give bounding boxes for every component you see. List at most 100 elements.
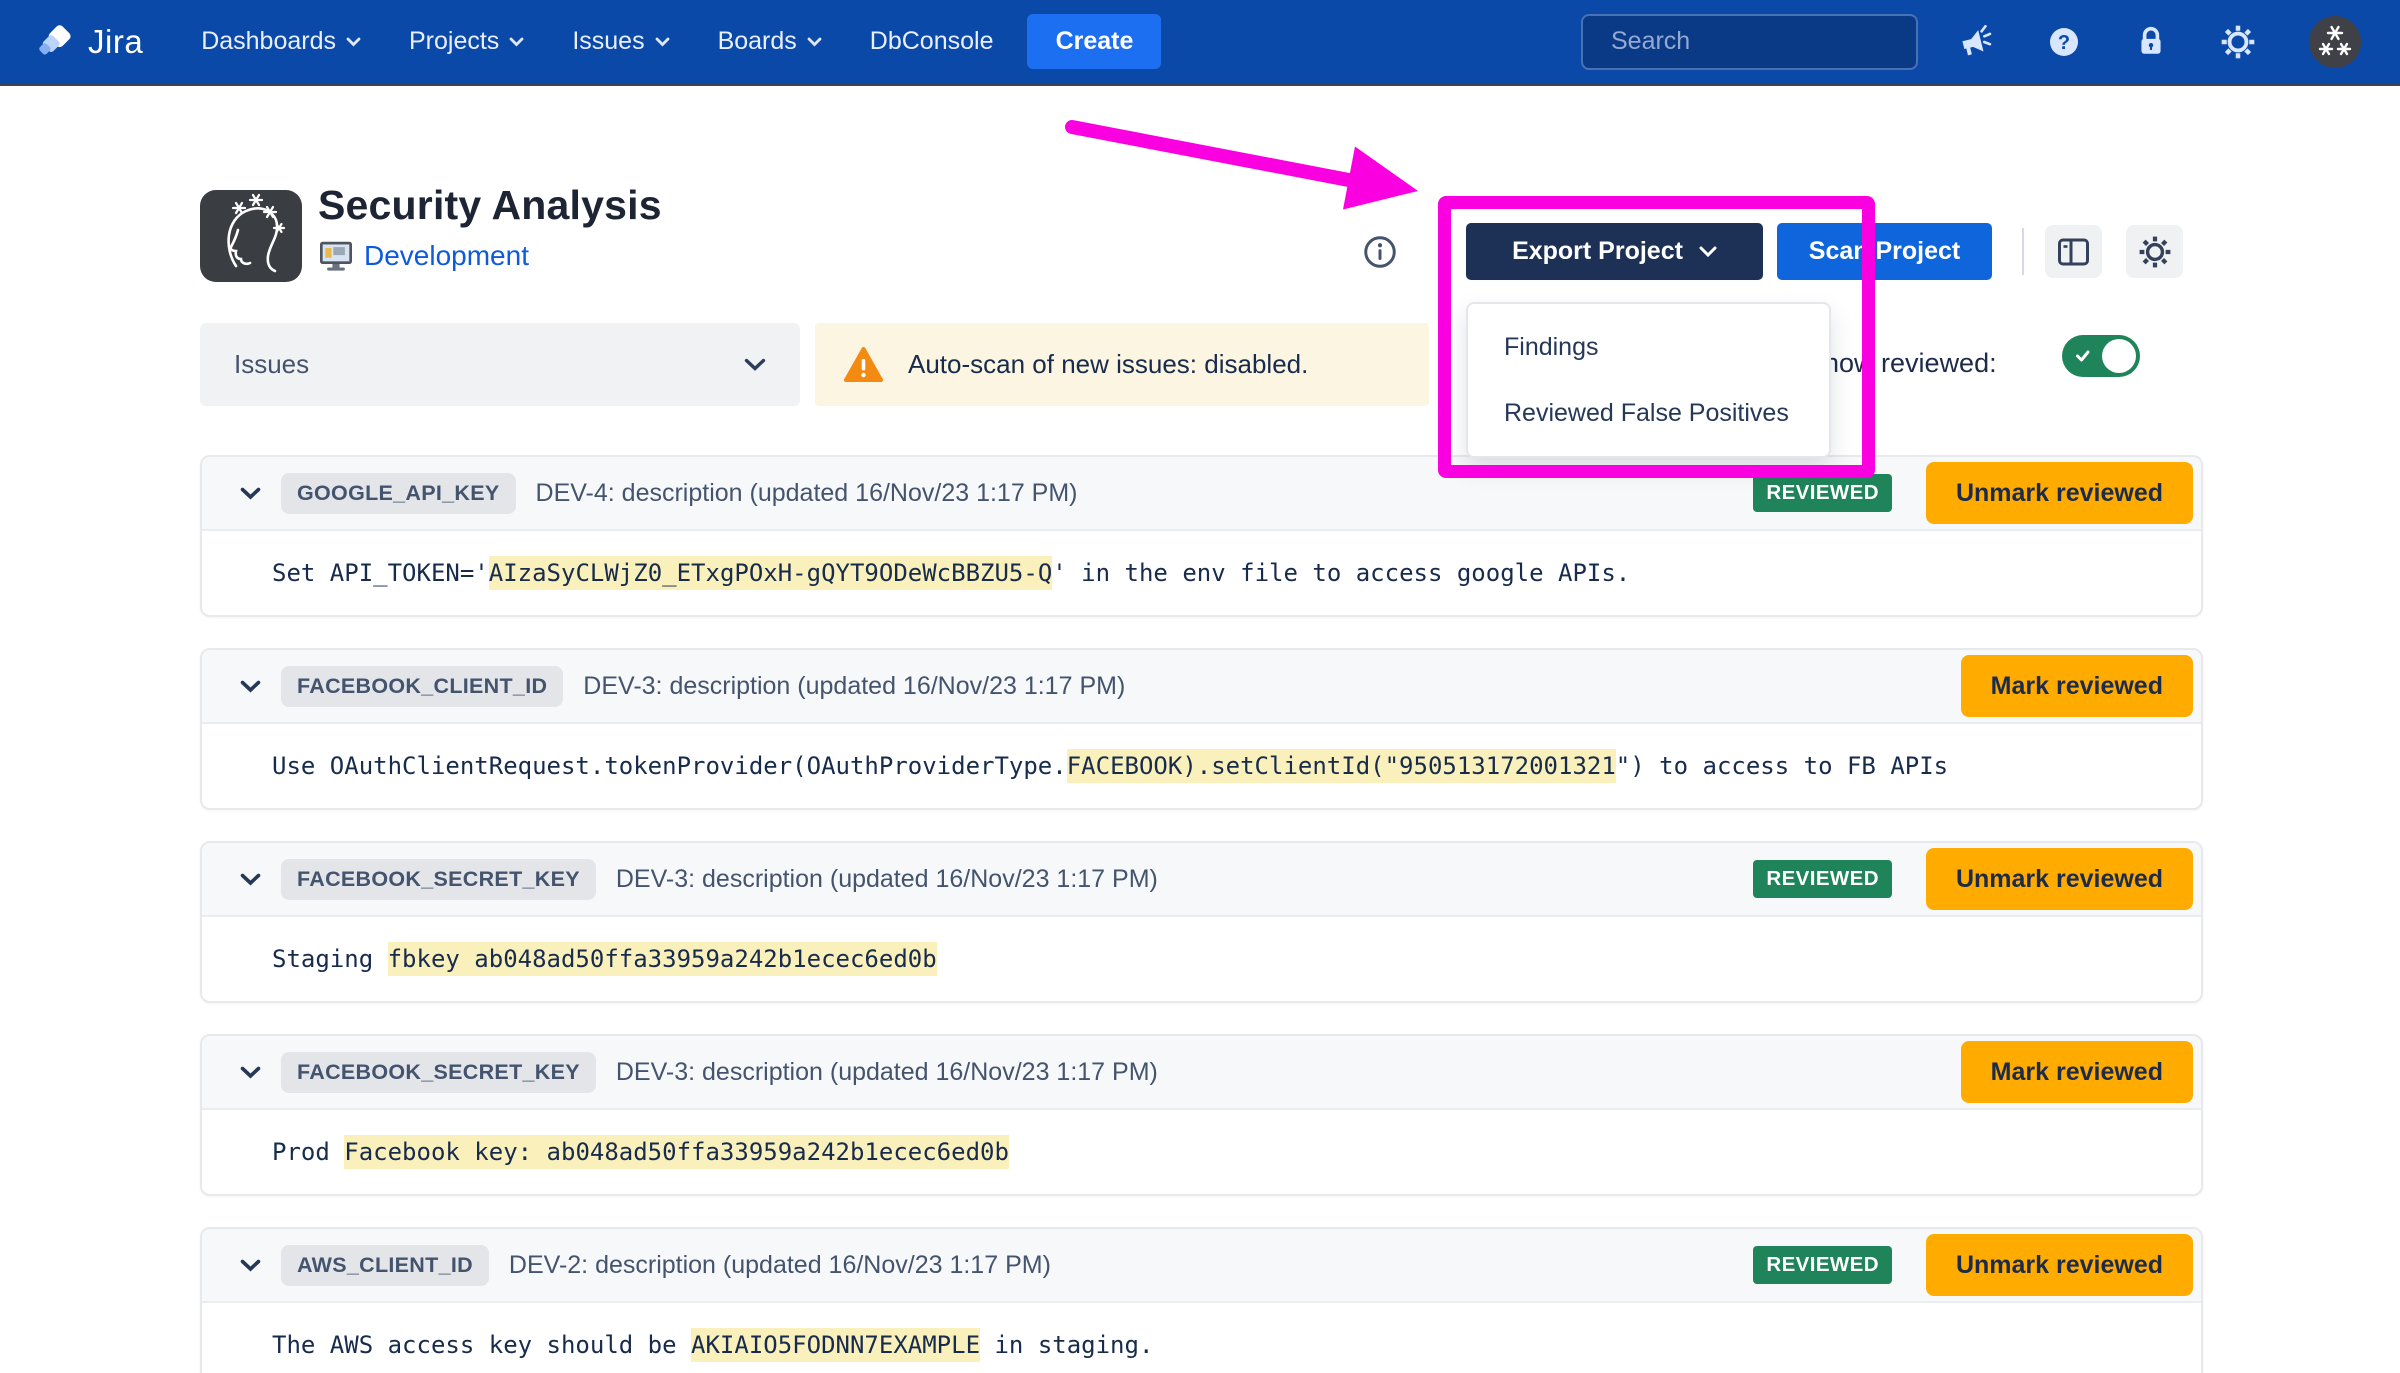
reviewed-status-badge: REVIEWED bbox=[1753, 1246, 1892, 1284]
export-project-button[interactable]: Export Project bbox=[1466, 223, 1763, 280]
chevron-down-icon bbox=[744, 358, 766, 371]
finding-header: FACEBOOK_SECRET_KEY DEV-3: description (u… bbox=[202, 843, 2201, 917]
chevron-down-icon bbox=[655, 37, 669, 46]
code-text: Set API_TOKEN=' bbox=[272, 559, 489, 587]
code-text: Use OAuthClientRequest.tokenProvider(OAu… bbox=[272, 752, 1067, 780]
nav-menu: Dashboards Projects Issues Boards DbConsole bbox=[201, 27, 993, 56]
gear-icon bbox=[2139, 236, 2170, 267]
unmark-reviewed-button[interactable]: Unmark reviewed bbox=[1925, 848, 2193, 910]
reviewed-status-badge: REVIEWED bbox=[1753, 474, 1892, 512]
nav-icons: ? bbox=[1958, 15, 2362, 69]
toggle-knob bbox=[2102, 339, 2136, 373]
chevron-down-icon bbox=[1699, 246, 1717, 257]
monitor-icon bbox=[320, 241, 352, 271]
nav-item-label: Boards bbox=[717, 27, 797, 55]
expand-chevron-icon[interactable] bbox=[240, 1259, 261, 1272]
nav-item-label: Projects bbox=[409, 27, 500, 55]
secret-highlight: AKIAIO5FODNN7EXAMPLE bbox=[691, 1328, 981, 1362]
create-button[interactable]: Create bbox=[1027, 14, 1162, 69]
nav-item-projects[interactable]: Projects bbox=[409, 27, 524, 56]
expand-chevron-icon[interactable] bbox=[240, 1066, 261, 1079]
findings-list: GOOGLE_API_KEY DEV-4: description (update… bbox=[200, 455, 2203, 1373]
search-box[interactable] bbox=[1581, 13, 1933, 70]
nav-item-label: Issues bbox=[572, 27, 645, 55]
finding-key-badge: FACEBOOK_SECRET_KEY bbox=[281, 858, 596, 900]
finding-code-snippet: The AWS access key should be AKIAIO5FODN… bbox=[272, 1328, 1154, 1362]
nav-item-label: Dashboards bbox=[201, 27, 336, 55]
finding-code-snippet: Prod Facebook key: ab048ad50ffa33959a242… bbox=[272, 1135, 1009, 1169]
show-reviewed-toggle[interactable] bbox=[2062, 335, 2140, 377]
layout-panel-button[interactable] bbox=[2045, 225, 2102, 278]
finding-body: Use OAuthClientRequest.tokenProvider(OAu… bbox=[202, 724, 2201, 808]
nav-item-issues[interactable]: Issues bbox=[572, 27, 669, 56]
warning-icon bbox=[844, 346, 883, 382]
mark-reviewed-button[interactable]: Mark reviewed bbox=[1960, 655, 2193, 717]
issues-filter-dropdown[interactable]: Issues bbox=[200, 323, 800, 406]
announcement-icon[interactable] bbox=[1958, 24, 1994, 60]
settings-gear-icon[interactable] bbox=[2220, 24, 2256, 60]
nav-item-boards[interactable]: Boards bbox=[718, 27, 822, 56]
nav-item-label: DbConsole bbox=[869, 27, 994, 55]
finding-title: DEV-3: description (updated 16/Nov/23 1:… bbox=[615, 1057, 1158, 1086]
finding-key-badge: AWS_CLIENT_ID bbox=[281, 1244, 489, 1286]
code-text: Staging bbox=[272, 945, 388, 973]
secret-highlight: FACEBOOK).setClientId("950513172001321 bbox=[1066, 749, 1616, 783]
nav-item-dashboards[interactable]: Dashboards bbox=[201, 27, 361, 56]
finding-card: FACEBOOK_CLIENT_ID DEV-3: description (up… bbox=[200, 648, 2203, 810]
finding-card: AWS_CLIENT_ID DEV-2: description (updated… bbox=[200, 1227, 2203, 1373]
secret-highlight: fbkey ab048ad50ffa33959a242b1ecec6ed0b bbox=[387, 942, 937, 976]
lock-icon[interactable] bbox=[2134, 25, 2168, 59]
development-link[interactable]: Development bbox=[364, 240, 529, 272]
header-divider bbox=[2022, 228, 2024, 275]
finding-title: DEV-3: description (updated 16/Nov/23 1:… bbox=[615, 864, 1158, 893]
reviewed-status-badge: REVIEWED bbox=[1753, 860, 1892, 898]
project-avatar[interactable] bbox=[200, 190, 302, 282]
finding-header: FACEBOOK_SECRET_KEY DEV-3: description (u… bbox=[202, 1036, 2201, 1110]
expand-chevron-icon[interactable] bbox=[240, 873, 261, 886]
export-project-label: Export Project bbox=[1512, 237, 1683, 265]
menu-item-reviewed-false-positives[interactable]: Reviewed False Positives bbox=[1468, 384, 1829, 442]
autoscan-warning-banner: Auto-scan of new issues: disabled. bbox=[815, 323, 1429, 406]
finding-key-badge: FACEBOOK_CLIENT_ID bbox=[281, 665, 564, 707]
mark-reviewed-button[interactable]: Mark reviewed bbox=[1960, 1041, 2193, 1103]
code-text: Prod bbox=[272, 1138, 345, 1166]
svg-text:?: ? bbox=[2058, 32, 2070, 54]
chevron-down-icon bbox=[509, 37, 524, 46]
finding-body: Staging fbkey ab048ad50ffa33959a242b1ece… bbox=[202, 917, 2201, 1001]
unmark-reviewed-button[interactable]: Unmark reviewed bbox=[1925, 462, 2193, 524]
finding-key-badge: FACEBOOK_SECRET_KEY bbox=[281, 1051, 596, 1093]
user-avatar[interactable] bbox=[2308, 15, 2362, 69]
info-icon[interactable] bbox=[1354, 226, 1406, 278]
jira-logo[interactable]: Jira bbox=[38, 23, 143, 61]
search-input[interactable] bbox=[1611, 27, 1933, 56]
page-settings-button[interactable] bbox=[2126, 225, 2183, 278]
nav-item-dbconsole[interactable]: DbConsole bbox=[870, 27, 994, 56]
finding-body: Prod Facebook key: ab048ad50ffa33959a242… bbox=[202, 1110, 2201, 1194]
finding-header: FACEBOOK_CLIENT_ID DEV-3: description (up… bbox=[202, 650, 2201, 724]
code-text: ' in the env file to access google APIs. bbox=[1052, 559, 1631, 587]
chevron-down-icon bbox=[807, 37, 822, 46]
project-type-row: Development bbox=[318, 240, 529, 272]
chevron-down-icon bbox=[346, 37, 361, 46]
finding-code-snippet: Set API_TOKEN='AIzaSyCLWjZ0_ETxgPOxH-gQY… bbox=[272, 556, 1631, 590]
unmark-reviewed-button[interactable]: Unmark reviewed bbox=[1925, 1234, 2193, 1296]
show-reviewed-label: Show reviewed: bbox=[1806, 348, 1997, 378]
autoscan-warning-text: Auto-scan of new issues: disabled. bbox=[908, 349, 1309, 379]
check-icon bbox=[2076, 350, 2090, 362]
nav-bottom-shadow bbox=[0, 83, 2400, 86]
code-text: in staging. bbox=[980, 1331, 1154, 1359]
top-navbar: Jira Dashboards Projects Issues Boards DbCon… bbox=[0, 0, 2400, 83]
scan-project-button[interactable]: Scan Project bbox=[1777, 223, 1992, 280]
finding-code-snippet: Use OAuthClientRequest.tokenProvider(OAu… bbox=[272, 749, 1948, 783]
finding-key-badge: GOOGLE_API_KEY bbox=[281, 472, 516, 514]
finding-card: FACEBOOK_SECRET_KEY DEV-3: description (u… bbox=[200, 1034, 2203, 1196]
jira-logo-icon bbox=[39, 24, 71, 54]
expand-chevron-icon[interactable] bbox=[240, 487, 261, 500]
page-title: Security Analysis bbox=[318, 182, 662, 228]
brand-name: Jira bbox=[88, 22, 144, 60]
menu-item-findings[interactable]: Findings bbox=[1468, 318, 1829, 376]
help-icon[interactable]: ? bbox=[2046, 24, 2082, 60]
secret-highlight: AIzaSyCLWjZ0_ETxgPOxH-gQYT9ODeWcBBZU5-Q bbox=[488, 556, 1053, 590]
expand-chevron-icon[interactable] bbox=[240, 680, 261, 693]
finding-title: DEV-3: description (updated 16/Nov/23 1:… bbox=[583, 671, 1126, 700]
